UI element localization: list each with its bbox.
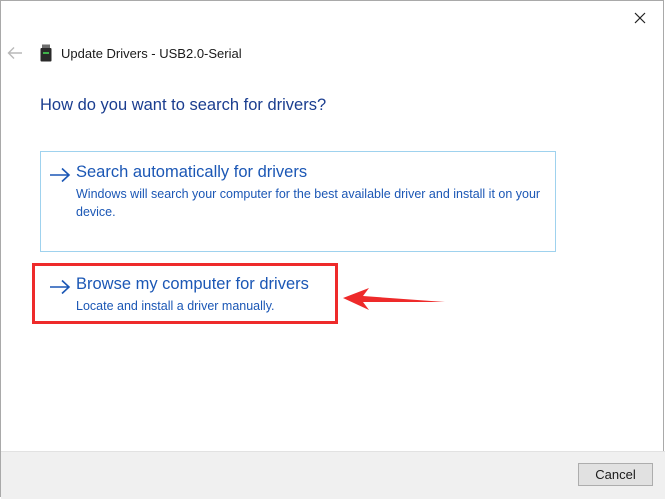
window-title: Update Drivers - USB2.0-Serial	[61, 45, 242, 61]
close-icon	[634, 12, 646, 24]
title-row: Update Drivers - USB2.0-Serial	[39, 43, 242, 63]
back-arrow-icon	[7, 47, 22, 59]
option-description: Windows will search your computer for th…	[76, 187, 541, 219]
cancel-button[interactable]: Cancel	[578, 463, 653, 486]
close-button[interactable]	[625, 5, 655, 31]
option-description: Locate and install a driver manually.	[76, 299, 275, 313]
option-title: Browse my computer for drivers	[76, 275, 309, 293]
arrow-right-icon	[50, 167, 71, 183]
page-heading: How do you want to search for drivers?	[40, 96, 327, 114]
red-pointer-arrow	[343, 288, 445, 310]
dialog-footer: Cancel	[1, 451, 665, 499]
browse-computer-option[interactable]: Browse my computer for drivers Locate an…	[32, 263, 338, 324]
option-title: Search automatically for drivers	[76, 163, 308, 181]
usb-device-icon	[40, 44, 52, 62]
arrow-right-icon	[50, 279, 71, 295]
back-button[interactable]	[3, 41, 27, 65]
search-automatically-option[interactable]: Search automatically for drivers Windows…	[40, 151, 556, 252]
update-drivers-window: Update Drivers - USB2.0-Serial How do yo…	[0, 0, 665, 499]
